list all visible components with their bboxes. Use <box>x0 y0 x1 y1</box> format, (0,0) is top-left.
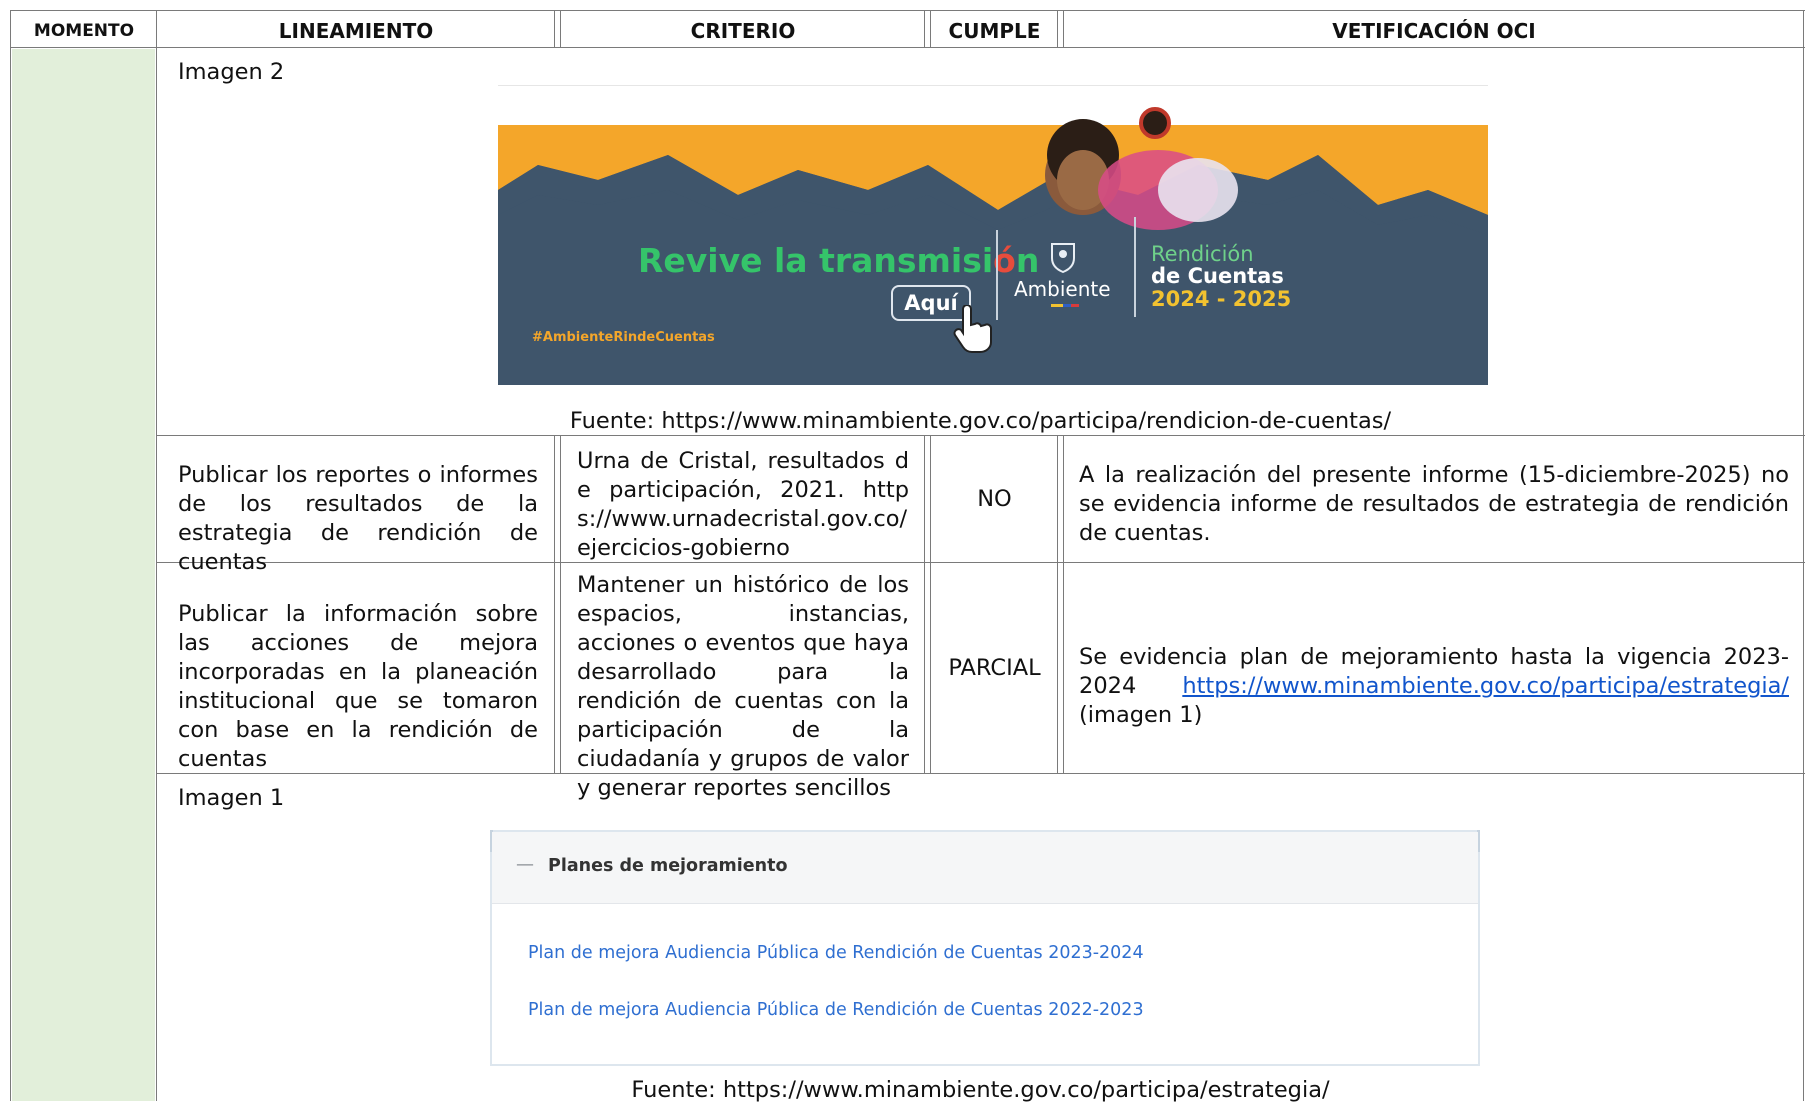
row1-cumple: NO <box>977 486 1012 512</box>
rendicion-banner: Revive la transmisión Aquí #AmbienteRind… <box>498 95 1488 385</box>
imagen1-label: Imagen 1 <box>178 785 285 811</box>
banner-headline: Revive la transmisión <box>638 241 1040 280</box>
flag-blue <box>1063 304 1071 307</box>
row1-lineamiento: Publicar los reportes o informes de los … <box>178 462 538 575</box>
plan-link-2023-2024[interactable]: Plan de mejora Audiencia Pública de Rend… <box>528 943 1144 963</box>
planes-card: — Planes de mejoramiento Plan de mejora … <box>490 830 1480 1066</box>
row2-verificacion: Se evidencia plan de mejoramiento hasta … <box>1079 643 1789 730</box>
header-criterio: CRITERIO <box>690 19 796 43</box>
banner-divider-2 <box>1134 217 1136 317</box>
hand-cursor-icon <box>953 305 992 353</box>
event-line3: 2024 - 2025 <box>1151 287 1292 311</box>
row2-criterio: Mantener un histórico de los espacios, i… <box>577 572 909 801</box>
row1-verificacion: A la realización del presente informe (1… <box>1079 462 1789 546</box>
header-cumple: CUMPLE <box>948 19 1041 43</box>
momento-column <box>12 49 155 1101</box>
banner-hashtag: #AmbienteRindeCuentas <box>532 330 715 345</box>
imagen2-source: Fuente: https://www.minambiente.gov.co/p… <box>569 408 1392 434</box>
event-line1: Rendición <box>1151 242 1254 266</box>
row1-criterio: Urna de Cristal, resultados de participa… <box>577 448 909 561</box>
collapse-icon[interactable]: — <box>516 854 534 875</box>
verificacion-suffix: (imagen 1) <box>1079 702 1203 728</box>
imagen2-label: Imagen 2 <box>178 59 285 85</box>
flag-yellow <box>1051 304 1063 307</box>
header-verificacion: VETIFICACIÓN OCI <box>1332 19 1536 43</box>
divider <box>498 85 1488 86</box>
banner-divider <box>996 230 998 320</box>
header-lineamiento: LINEAMIENTO <box>278 19 434 43</box>
header-momento: MOMENTO <box>33 21 135 41</box>
event-line2: de Cuentas <box>1151 264 1284 288</box>
estrategia-link[interactable]: https://www.minambiente.gov.co/participa… <box>1182 673 1789 699</box>
flag-red <box>1071 304 1079 307</box>
row2-cumple: PARCIAL <box>948 655 1041 681</box>
row2-lineamiento: Publicar la información sobre las accion… <box>178 601 538 772</box>
plan-link-2022-2023[interactable]: Plan de mejora Audiencia Pública de Rend… <box>528 1000 1144 1020</box>
banner-brand: Ambiente <box>1014 277 1111 301</box>
card-header[interactable]: — Planes de mejoramiento <box>492 832 1478 904</box>
coat-of-arms-icon <box>1051 243 1075 274</box>
card-title: Planes de mejoramiento <box>548 856 788 876</box>
